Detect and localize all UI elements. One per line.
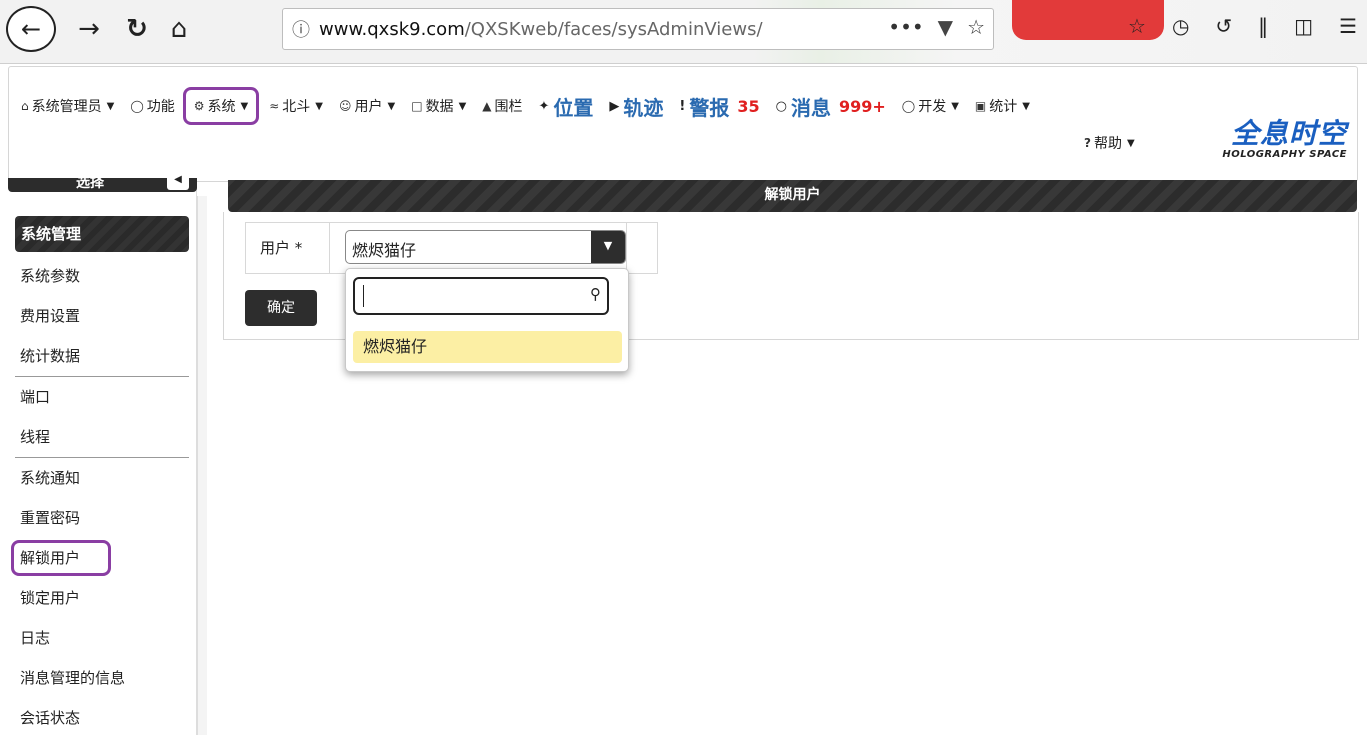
app-header: ⌂ 系统管理员 ▼ ◯ 功能 ⚙ 系统 ▼ ≈ 北斗 ▼ ☺ 用户 ▼ □ 数据… <box>8 66 1358 182</box>
user-icon: ☺ <box>339 99 352 113</box>
sidebar-title: 选择 <box>76 175 104 191</box>
form-extra-cell <box>627 223 657 273</box>
menu-hamburger-icon[interactable]: ☰ <box>1339 14 1357 38</box>
menu-stats[interactable]: ▣ 统计 ▼ <box>975 96 1030 116</box>
caret-down-icon: ▼ <box>1022 100 1030 112</box>
sidebar-toggle-icon[interactable]: ◫ <box>1294 14 1313 38</box>
alarm-count-badge: 35 <box>737 96 760 116</box>
sidebar-scrollbar[interactable] <box>197 196 207 735</box>
reload-button[interactable]: ↻ <box>118 10 156 48</box>
menu-message[interactable]: ○ 消息 999+ <box>776 92 886 121</box>
highlight-box <box>11 540 111 576</box>
menu-track[interactable]: ▶ 轨迹 <box>609 92 663 121</box>
pin-icon: ✦ <box>538 98 550 114</box>
back-button[interactable]: ← <box>6 6 56 52</box>
forward-button[interactable]: → <box>70 10 108 48</box>
comment-icon: ○ <box>775 98 787 114</box>
menu-fence[interactable]: ▲ 围栏 <box>482 96 522 116</box>
site-info-icon[interactable]: ⓘ <box>283 16 319 42</box>
page-actions-button[interactable]: ••• <box>888 15 923 39</box>
menu-position[interactable]: ✦ 位置 <box>539 92 594 121</box>
sidebar-list: 系统管理 系统参数 费用设置 统计数据 端口 线程 系统通知 重置密码 解锁用户… <box>8 216 197 735</box>
user-select[interactable]: 燃烬猫仔 ▼ <box>345 230 626 264</box>
menu-alarm[interactable]: ! 警报 35 <box>679 92 759 121</box>
dropdown-filter-input[interactable]: ⚲ <box>353 277 609 315</box>
menu-function[interactable]: ◯ 功能 <box>130 96 174 116</box>
sidebar-item-fee-settings[interactable]: 费用设置 <box>8 296 197 336</box>
brand-logo: 全息时空 HOLOGRAPHY SPACE <box>1222 117 1347 161</box>
sidebar: 选择 ◀ 系统管理 系统参数 费用设置 统计数据 端口 线程 系统通知 重置密码… <box>8 174 197 735</box>
url-text[interactable]: www.qxsk9.com/QXSKweb/faces/sysAdminView… <box>319 19 879 40</box>
image-icon: ▣ <box>974 99 987 113</box>
dropdown-option[interactable]: 燃烬猫仔 <box>353 331 622 363</box>
exclamation-icon: ! <box>679 98 686 114</box>
sidebar-item-thread[interactable]: 线程 <box>8 417 197 457</box>
confirm-button[interactable]: 确定 <box>245 290 317 326</box>
bookmark-star-icon[interactable]: ☆ <box>967 15 985 39</box>
panel-title: 解锁用户 <box>228 180 1357 212</box>
file-icon: □ <box>411 99 423 113</box>
lightbulb-icon: ◯ <box>130 99 144 113</box>
home-icon: ⌂ <box>21 99 29 113</box>
sidebar-item-message-management[interactable]: 消息管理的信息 <box>8 658 197 698</box>
caret-down-icon: ▼ <box>106 100 115 112</box>
lightbulb-icon: ◯ <box>901 99 916 113</box>
sidebar-header: 选择 ◀ <box>8 174 197 192</box>
text-cursor <box>363 285 364 307</box>
menu-dev[interactable]: ◯ 开发 ▼ <box>902 96 959 116</box>
history-icon[interactable]: ↺ <box>1215 14 1232 38</box>
caret-down-icon: ▼ <box>315 100 323 112</box>
user-select-value: 燃烬猫仔 <box>352 241 417 260</box>
warning-icon: ▲ <box>482 99 492 113</box>
user-dropdown-panel: ⚲ 燃烬猫仔 <box>345 268 629 372</box>
home-button[interactable]: ⌂ <box>160 10 198 48</box>
search-icon: ⚲ <box>590 285 601 303</box>
sidebar-item-lock-user[interactable]: 锁定用户 <box>8 578 197 618</box>
caret-down-icon: ▼ <box>458 100 467 112</box>
menu-user[interactable]: ☺ 用户 ▼ <box>339 96 395 116</box>
logo-sub-text: HOLOGRAPHY SPACE <box>1222 149 1347 160</box>
menu-help[interactable]: ? 帮助 ▼ <box>1084 133 1135 153</box>
browser-toolbar: ← → ↻ ⌂ ⓘ www.qxsk9.com/QXSKweb/faces/sy… <box>0 0 1367 64</box>
menu-sysadmin[interactable]: ⌂ 系统管理员 ▼ <box>21 96 114 116</box>
main-menu: ⌂ 系统管理员 ▼ ◯ 功能 ⚙ 系统 ▼ ≈ 北斗 ▼ ☺ 用户 ▼ □ 数据… <box>21 87 1046 125</box>
sidebar-item-statistics[interactable]: 统计数据 <box>8 336 197 376</box>
caret-down-icon: ▼ <box>387 100 396 112</box>
menu-data[interactable]: □ 数据 ▼ <box>411 96 466 116</box>
pocket-icon[interactable]: ▼ <box>938 15 953 39</box>
caret-down-icon: ▼ <box>240 100 249 112</box>
caret-down-icon: ▼ <box>1126 137 1135 149</box>
sidebar-item-reset-password[interactable]: 重置密码 <box>8 498 197 538</box>
sidebar-item-unlock-user[interactable]: 解锁用户 <box>8 538 197 578</box>
library-icon[interactable]: ‖ <box>1258 14 1268 38</box>
timer-icon[interactable]: ◷ <box>1172 14 1189 38</box>
gear-icon: ⚙ <box>193 99 205 113</box>
message-count-badge: 999+ <box>838 96 886 116</box>
caret-down-icon: ▼ <box>951 100 959 112</box>
url-bar[interactable]: ⓘ www.qxsk9.com/QXSKweb/faces/sysAdminVi… <box>282 8 994 50</box>
rss-icon: ≈ <box>269 99 280 113</box>
play-icon: ▶ <box>609 98 620 114</box>
sidebar-item-log[interactable]: 日志 <box>8 618 197 658</box>
question-icon: ? <box>1084 136 1091 150</box>
menu-beidou[interactable]: ≈ 北斗 ▼ <box>269 96 323 116</box>
sidebar-item-notification[interactable]: 系统通知 <box>8 458 197 498</box>
sidebar-item-port[interactable]: 端口 <box>8 377 197 417</box>
bookmarks-star-icon[interactable]: ☆ <box>1128 14 1146 38</box>
sidebar-item-system-params[interactable]: 系统参数 <box>8 256 197 296</box>
chevron-down-icon[interactable]: ▼ <box>591 231 625 263</box>
menu-system[interactable]: ⚙ 系统 ▼ <box>182 87 260 125</box>
user-label: 用户 * <box>246 223 330 273</box>
logo-main-text: 全息时空 <box>1230 117 1347 150</box>
sidebar-item-session-status[interactable]: 会话状态 <box>8 698 197 735</box>
collapse-icon[interactable]: ◀ <box>167 174 189 190</box>
sidebar-item-system-management[interactable]: 系统管理 <box>15 216 189 252</box>
